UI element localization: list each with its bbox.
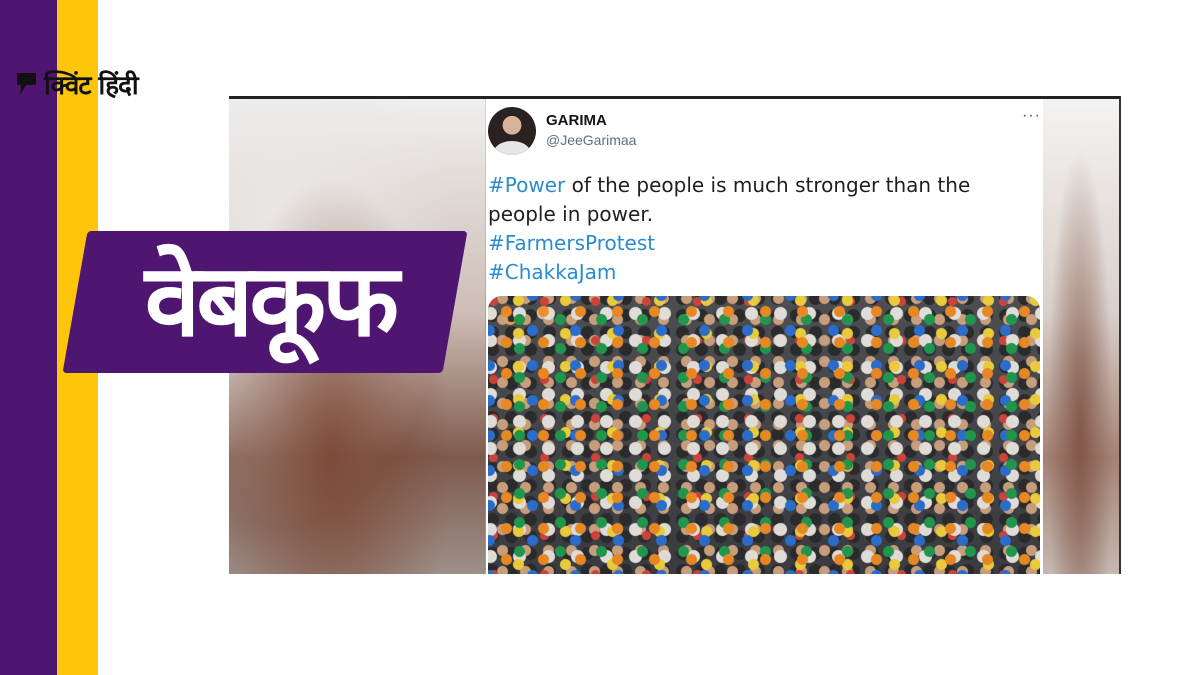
avatar[interactable] — [488, 107, 536, 155]
hashtag-farmersprotest[interactable]: #FarmersProtest — [488, 231, 655, 255]
tweet-author-handle[interactable]: @JeeGarimaa — [546, 132, 636, 148]
hashtag-chakkajam[interactable]: #ChakkaJam — [488, 260, 616, 284]
more-options-icon[interactable]: ··· — [1022, 107, 1041, 125]
brand-name: क्विंट हिंदी — [44, 71, 139, 101]
webqoof-label: वेबकूफ — [144, 242, 400, 359]
crowd-of-protesters-photo[interactable] — [488, 296, 1040, 574]
tweet-text: #Power of the people is much stronger th… — [488, 171, 1040, 287]
blurred-background-right — [1041, 99, 1119, 574]
brand-logo[interactable]: क्विंट हिंदी — [14, 64, 139, 104]
tweet-line-2: #FarmersProtest — [488, 229, 1040, 258]
quint-q-logo-icon — [17, 73, 36, 95]
tweet-line-3: #ChakkaJam — [488, 258, 1040, 287]
tweet-author-name[interactable]: GARIMA — [546, 112, 607, 129]
tweet-line-1: #Power of the people is much stronger th… — [488, 171, 1040, 229]
tweet-card: GARIMA @JeeGarimaa ··· #Power of the peo… — [486, 99, 1043, 574]
hashtag-power[interactable]: #Power — [488, 173, 565, 197]
